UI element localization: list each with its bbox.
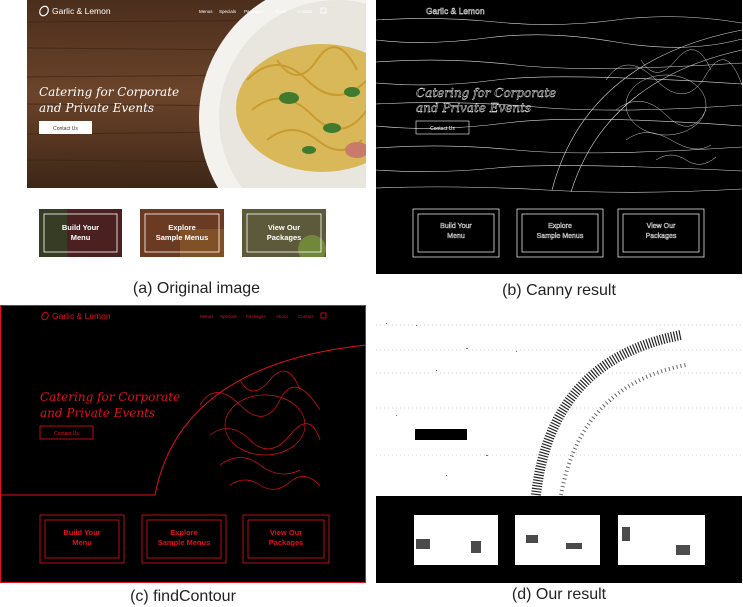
contact-button-label: Contact Us	[53, 126, 78, 132]
caption-c: (c) findContour	[130, 588, 236, 605]
nav-item: About	[274, 9, 287, 14]
svg-text:View Our: View Our	[647, 223, 676, 230]
panel-findcontour: Garlic & Lemon Menus Specials Packages A…	[0, 305, 366, 583]
svg-text:Catering for Corporate: Catering for Corporate	[40, 390, 180, 404]
brand-name: Garlic & Lemon	[52, 6, 111, 16]
svg-text:Packages: Packages	[267, 233, 302, 242]
svg-text:Build Your: Build Your	[63, 528, 100, 537]
svg-text:Sample Menus: Sample Menus	[158, 538, 211, 547]
svg-text:Menu: Menu	[72, 538, 92, 547]
headline-line2: and Private Events	[39, 101, 154, 115]
panel-our-result	[376, 305, 742, 583]
svg-text:About: About	[276, 314, 289, 319]
svg-text:Build Your: Build Your	[440, 223, 472, 230]
svg-text:and Private Events: and Private Events	[40, 406, 155, 420]
svg-text:Garlic & Lemon: Garlic & Lemon	[52, 311, 111, 321]
svg-text:Contact: Contact	[298, 314, 314, 319]
headline-line1: Catering for Corporate	[39, 85, 179, 99]
svg-text:Menu: Menu	[71, 233, 91, 242]
svg-text:Menus: Menus	[200, 314, 214, 319]
nav-item: Contact	[297, 9, 313, 14]
svg-text:Packages: Packages	[269, 538, 304, 547]
tile-mask-group	[414, 515, 705, 565]
svg-text:Sample Menus: Sample Menus	[156, 233, 209, 242]
nav-item: Menus	[199, 9, 213, 14]
svg-text:View Our: View Our	[270, 528, 302, 537]
panel-canny: Garlic & Lemon Catering for Corporate an…	[376, 0, 742, 274]
svg-text:View Our: View Our	[268, 223, 300, 232]
svg-text:Catering for Corporate: Catering for Corporate	[416, 86, 556, 100]
caption-b: (b) Canny result	[502, 282, 616, 299]
svg-text:Menu: Menu	[447, 233, 465, 240]
tile: View Our Packages	[242, 209, 326, 257]
svg-text:Contact Us: Contact Us	[430, 126, 455, 132]
svg-text:and Private Events: and Private Events	[416, 101, 531, 115]
nav-item: Packages	[244, 9, 265, 14]
svg-text:Explore: Explore	[168, 223, 196, 232]
nav-item: Specials	[219, 9, 237, 14]
tile: Build Your Menu	[39, 209, 122, 257]
svg-text:Build Your: Build Your	[62, 223, 99, 232]
cta-mask	[415, 429, 467, 440]
svg-text:Packages: Packages	[246, 314, 267, 319]
svg-text:Explore: Explore	[548, 223, 572, 230]
svg-text:Packages: Packages	[646, 233, 677, 240]
caption-d: (d) Our result	[511, 586, 607, 603]
svg-text:Explore: Explore	[170, 528, 198, 537]
svg-text:Contact Us: Contact Us	[54, 431, 79, 437]
tiles-original: Build Your Menu Explore Sample Menus Vie…	[27, 188, 366, 274]
svg-text:Sample Menus: Sample Menus	[537, 233, 584, 240]
caption-a: (a) Original image	[132, 280, 261, 297]
svg-text:Garlic & Lemon: Garlic & Lemon	[426, 6, 485, 16]
tile: Explore Sample Menus	[140, 209, 224, 257]
svg-text:Specials: Specials	[220, 314, 238, 319]
panel-original: Garlic & Lemon Menus Specials Packages A…	[27, 0, 366, 188]
